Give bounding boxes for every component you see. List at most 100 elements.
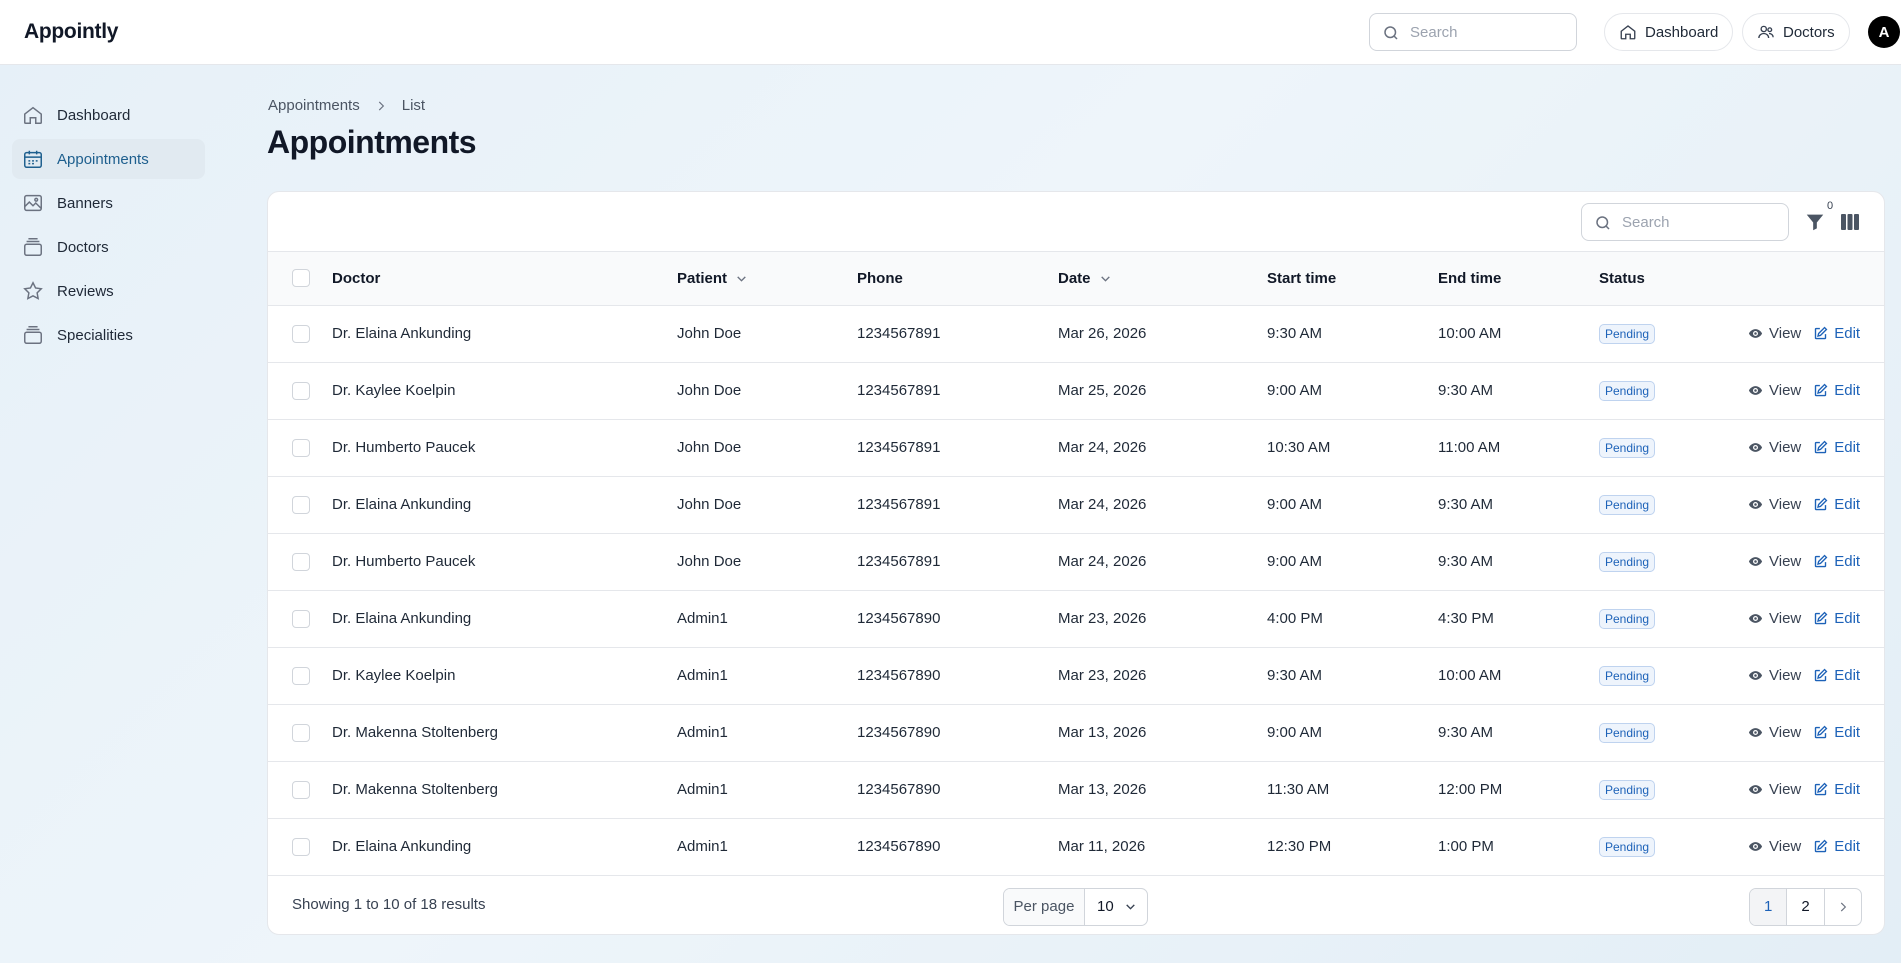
top-nav-doctors-button[interactable]: Doctors [1742, 13, 1850, 51]
cell-date: Mar 13, 2026 [1058, 781, 1147, 798]
row-checkbox[interactable] [292, 723, 310, 742]
page-2-button[interactable]: 2 [1787, 888, 1825, 925]
row-actions: View Edit [1748, 382, 1884, 399]
edit-button[interactable]: Edit [1813, 724, 1860, 741]
sidebar-item-dashboard[interactable]: Dashboard [12, 95, 205, 135]
filter-icon[interactable] [1804, 211, 1826, 233]
view-button[interactable]: View [1748, 382, 1801, 399]
table-row: Dr. Makenna Stoltenberg Admin1 1234567890 M… [268, 761, 1884, 818]
edit-button[interactable]: Edit [1813, 439, 1860, 456]
edit-icon [1815, 668, 1828, 682]
edit-button[interactable]: Edit [1813, 838, 1860, 855]
sidebar-item-specialities[interactable]: Specialities [12, 315, 205, 355]
edit-icon [1815, 440, 1828, 454]
cell-patient: Admin1 [677, 781, 728, 798]
per-page-select[interactable]: 10 [1085, 889, 1147, 925]
status-badge: Pending [1599, 380, 1656, 401]
view-button[interactable]: View [1748, 439, 1801, 456]
edit-label: Edit [1834, 781, 1861, 798]
row-checkbox[interactable] [292, 837, 310, 856]
row-checkbox[interactable] [292, 552, 310, 571]
sidebar-item-doctors[interactable]: Doctors [12, 227, 205, 267]
cell-patient: John Doe [677, 439, 742, 456]
edit-label: Edit [1834, 382, 1861, 399]
edit-button[interactable]: Edit [1813, 781, 1860, 798]
row-checkbox[interactable] [292, 609, 310, 628]
global-search-input[interactable] [1410, 14, 1560, 50]
view-button[interactable]: View [1748, 325, 1801, 342]
view-label: View [1769, 382, 1802, 399]
eye-icon [1748, 614, 1763, 623]
column-header-start-time: Start time [1267, 269, 1337, 287]
column-header-status: Status [1599, 269, 1645, 287]
sidebar-item-appointments[interactable]: Appointments [12, 139, 205, 179]
edit-button[interactable]: Edit [1813, 382, 1860, 399]
cell-doctor: Dr. Humberto Paucek [332, 553, 476, 570]
cell-date: Mar 25, 2026 [1058, 382, 1147, 399]
table-search[interactable] [1581, 203, 1789, 241]
sidebar-item-banners[interactable]: Banners [12, 183, 205, 223]
edit-icon [1815, 782, 1828, 796]
brand-logo[interactable]: Appointly [24, 20, 118, 44]
edit-label: Edit [1834, 838, 1861, 855]
search-icon [1596, 216, 1610, 230]
home-icon [1620, 25, 1636, 40]
chevron-right-icon [1840, 902, 1846, 911]
cell-phone: 1234567891 [857, 553, 941, 570]
edit-button[interactable]: Edit [1813, 667, 1860, 684]
view-label: View [1769, 838, 1802, 855]
row-checkbox[interactable] [292, 324, 310, 343]
edit-button[interactable]: Edit [1813, 610, 1860, 627]
user-avatar[interactable]: A [1868, 16, 1900, 48]
cell-doctor: Dr. Makenna Stoltenberg [332, 724, 498, 741]
global-search[interactable] [1369, 13, 1577, 51]
next-page-button[interactable] [1825, 889, 1861, 925]
select-all-checkbox[interactable] [292, 269, 310, 288]
status-badge: Pending [1599, 323, 1656, 344]
cell-patient: Admin1 [677, 838, 728, 855]
table-search-input[interactable] [1622, 204, 1772, 240]
row-checkbox[interactable] [292, 381, 310, 400]
top-nav-dashboard-button[interactable]: Dashboard [1604, 13, 1734, 51]
per-page-control: Per page 10 [1003, 887, 1148, 926]
view-button[interactable]: View [1748, 724, 1801, 741]
columns-icon[interactable] [1840, 212, 1860, 232]
view-button[interactable]: View [1748, 610, 1801, 627]
breadcrumb-parent[interactable]: Appointments [268, 97, 360, 114]
sidebar-item-label: Specialities [57, 326, 133, 344]
edit-button[interactable]: Edit [1813, 496, 1860, 513]
cell-doctor: Dr. Makenna Stoltenberg [332, 781, 498, 798]
sidebar-item-reviews[interactable]: Reviews [12, 271, 205, 311]
edit-button[interactable]: Edit [1813, 553, 1860, 570]
row-actions: View Edit [1748, 553, 1884, 570]
page-1-button[interactable]: 1 [1750, 888, 1788, 925]
row-checkbox[interactable] [292, 666, 310, 685]
cell-end-time: 9:30 AM [1438, 496, 1494, 513]
eye-icon [1748, 557, 1763, 566]
search-icon [1384, 26, 1398, 40]
eye-icon [1748, 443, 1763, 452]
sidebar-item-label: Dashboard [57, 106, 131, 124]
view-button[interactable]: View [1748, 553, 1801, 570]
status-badge: Pending [1599, 608, 1656, 629]
cell-doctor: Dr. Elaina Ankunding [332, 325, 472, 342]
top-nav-dashboard-label: Dashboard [1645, 23, 1719, 41]
view-button[interactable]: View [1748, 667, 1801, 684]
row-checkbox[interactable] [292, 495, 310, 514]
column-header-patient[interactable]: Patient [677, 270, 748, 287]
row-checkbox[interactable] [292, 780, 310, 799]
row-checkbox[interactable] [292, 438, 310, 457]
view-button[interactable]: View [1748, 838, 1801, 855]
column-header-date[interactable]: Date [1058, 270, 1112, 287]
cell-start-time: 11:30 AM [1267, 781, 1330, 798]
row-actions: View Edit [1748, 496, 1884, 513]
cell-phone: 1234567891 [857, 496, 941, 513]
cell-doctor: Dr. Kaylee Koelpin [332, 667, 456, 684]
edit-label: Edit [1834, 610, 1861, 627]
view-button[interactable]: View [1748, 781, 1801, 798]
view-button[interactable]: View [1748, 496, 1801, 513]
filter-count-badge: 0 [1827, 200, 1834, 212]
status-badge: Pending [1599, 836, 1656, 857]
edit-button[interactable]: Edit [1813, 325, 1860, 342]
status-badge: Pending [1599, 722, 1656, 743]
